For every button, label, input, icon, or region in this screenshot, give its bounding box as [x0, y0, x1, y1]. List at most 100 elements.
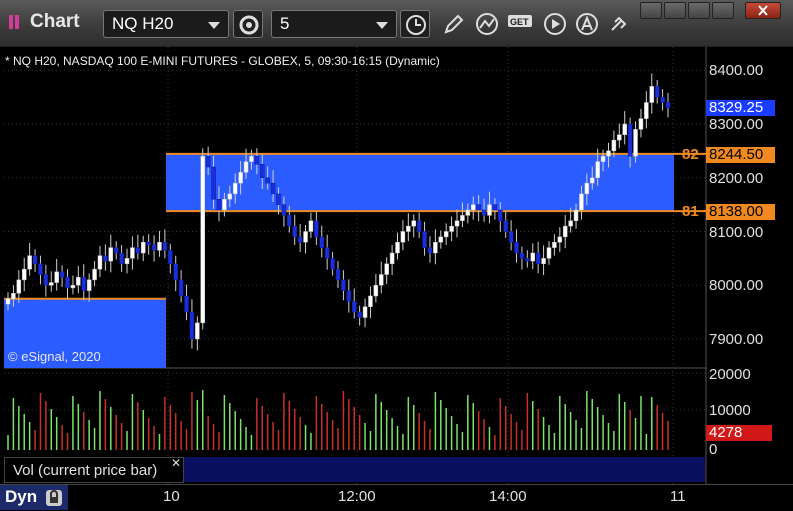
candle-body [135, 247, 141, 254]
candle-body [238, 172, 243, 184]
level-81-tag: 8138.00 [706, 204, 775, 220]
candle-body [287, 215, 292, 227]
price-label: 7900.00 [709, 331, 764, 348]
candle-body [38, 263, 43, 275]
candle-body [611, 139, 617, 152]
close-icon[interactable]: ✕ [171, 456, 181, 470]
volume-bars [7, 390, 669, 450]
candle-body [168, 250, 173, 264]
candle-body [498, 209, 503, 221]
candle-body [389, 252, 395, 264]
last-price-tag: 8329.25 [706, 100, 775, 116]
candle-body [227, 193, 233, 200]
time-label: 11 [670, 488, 686, 505]
candle-body [232, 182, 238, 195]
candle-body [470, 204, 476, 211]
candle-body [416, 220, 422, 232]
candle-body [460, 215, 465, 221]
candle-body [443, 231, 449, 238]
candle-body [140, 242, 146, 254]
candle-body [341, 279, 346, 291]
candle-body [16, 279, 22, 294]
candle-body [195, 322, 200, 340]
candle-body [216, 199, 222, 211]
candle-body [595, 161, 600, 178]
volume-legend-text: Vol (current price bar) [13, 462, 158, 479]
candle-body [449, 225, 454, 232]
candle-body [368, 295, 373, 307]
candle-body [243, 161, 249, 173]
volume-legend-strip [184, 457, 705, 482]
candle-body [400, 231, 406, 243]
price-label: 8300.00 [709, 116, 764, 133]
candle-body [492, 204, 498, 211]
candle-body [43, 274, 49, 286]
candle-body [357, 311, 362, 318]
lock-icon[interactable] [44, 488, 64, 508]
candle-body [157, 242, 162, 251]
price-label: 8100.00 [709, 224, 764, 241]
candle-body [481, 209, 487, 216]
candle-body [178, 279, 184, 297]
candle-body [211, 166, 216, 200]
candle-body [76, 276, 81, 286]
level-82-tag: 8244.50 [706, 147, 775, 163]
candle-body [557, 236, 563, 243]
candle-body [665, 102, 671, 109]
dynamic-mode-button[interactable]: Dyn [0, 485, 68, 510]
dynamic-mode-label[interactable]: Dyn [5, 487, 37, 507]
candle-body [97, 255, 103, 270]
candle-body [119, 252, 124, 264]
candle-body [454, 220, 460, 227]
candle-body [406, 225, 411, 232]
candle-body [330, 258, 335, 270]
candle-body [70, 285, 76, 289]
candle-body [503, 220, 508, 232]
candle-body [433, 242, 438, 254]
candle-body [649, 86, 655, 103]
candle-body [260, 164, 265, 178]
price-label: 8400.00 [709, 62, 764, 79]
volume-label: 10000 [709, 402, 751, 419]
candle-body [600, 156, 606, 162]
level-82-label: 82 [682, 146, 699, 163]
candle-body [189, 311, 195, 340]
candle-body [21, 268, 27, 281]
candle-body [103, 255, 108, 262]
candle-body [573, 209, 579, 221]
price-chart[interactable] [0, 0, 793, 510]
candle-body [5, 298, 11, 305]
candle-body [308, 220, 314, 232]
candle-body [254, 156, 260, 165]
candle-body [265, 177, 270, 184]
candle-body [373, 285, 379, 297]
candle-body [32, 255, 38, 264]
candle-body [162, 242, 168, 251]
candle-body [541, 258, 546, 264]
candle-body [249, 156, 254, 162]
candle-body [108, 247, 114, 262]
candle-body [638, 118, 644, 130]
candle-body [633, 129, 638, 157]
candle-body [422, 231, 427, 248]
volume-legend: Vol (current price bar) [4, 457, 184, 483]
candle-body [11, 293, 16, 299]
candle-body [222, 199, 227, 211]
study-line: * NQ H20, NASDAQ 100 E-MINI FUTURES - GL… [5, 54, 440, 68]
candle-body [465, 209, 471, 216]
candle-body [617, 134, 622, 141]
candle-body [411, 220, 416, 227]
candle-body [319, 236, 325, 248]
candle-body [86, 279, 92, 291]
candle-body [351, 301, 357, 313]
volume-label: 20000 [709, 366, 751, 383]
candle-body [184, 295, 189, 313]
candle-body [314, 220, 319, 238]
candle-body [514, 242, 519, 254]
candle-body [438, 236, 444, 243]
candle-body [130, 247, 135, 259]
candle-body [584, 182, 590, 195]
candle-body [303, 231, 308, 243]
price-label: 8000.00 [709, 277, 764, 294]
candle-body [395, 242, 400, 254]
